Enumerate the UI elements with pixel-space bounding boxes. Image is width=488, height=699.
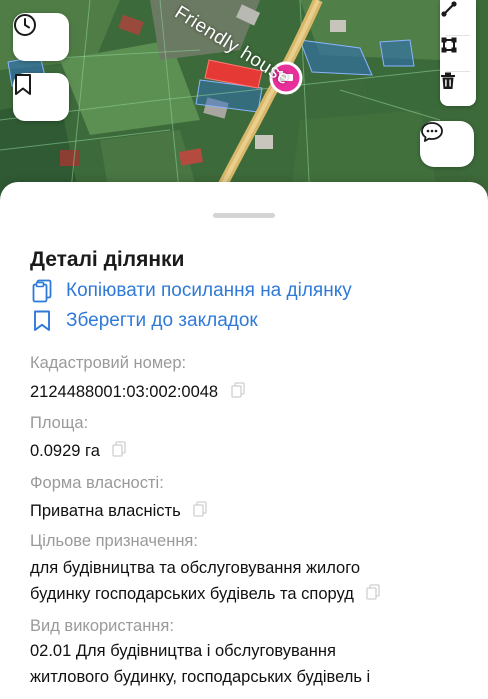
map-imagery [0,0,488,200]
measure-distance-button[interactable] [440,0,476,34]
copy-link-button[interactable]: Копіювати посилання на ділянку [30,279,352,303]
area-text: 0.0929 га [30,442,100,460]
chat-button[interactable] [420,121,474,167]
map-tools-panel [440,0,476,106]
purpose-label: Цільове призначення: [30,532,198,550]
bookmark-icon [30,309,54,333]
usage-label: Вид використання: [30,617,174,635]
bookmarks-button[interactable] [13,73,69,121]
area-value: 0.0929 га [30,438,127,465]
purpose-text-line-1: для будівництва та обслуговування жилого [30,559,361,577]
cadastral-number-text: 2124488001:03:002:0048 [30,383,219,401]
chat-bubble-icon [421,122,443,142]
copy-ownership-icon[interactable] [193,499,207,525]
satellite-map[interactable]: Friendly house [0,0,488,200]
ownership-value: Приватна власність [30,498,207,525]
clipboard-icon [30,279,54,303]
history-button[interactable] [13,13,69,61]
cadastral-number-value: 2124488001:03:002:0048 [30,379,245,406]
trash-icon [441,72,455,89]
bookmark-icon [15,74,31,95]
usage-value: 02.01 Для будівництва і обслуговування ж… [30,638,370,690]
ownership-text: Приватна власність [30,502,181,520]
delete-measure-button[interactable] [440,72,476,106]
cadastral-number-label: Кадастровий номер: [30,354,187,372]
copy-link-label: Копіювати посилання на ділянку [66,280,352,301]
page-title: Деталі ділянки [30,248,185,271]
save-bookmark-label: Зберегти до закладок [66,310,258,331]
copy-cadastral-number-icon[interactable] [231,380,245,406]
save-bookmark-button[interactable]: Зберегти до закладок [30,309,258,333]
polygon-square-icon [441,37,457,53]
usage-text-line-1: 02.01 Для будівництва і обслуговування [30,642,336,660]
purpose-text-line-2-row: будинку господарських будівель та споруд [30,581,381,608]
parcel-details-sheet: Деталі ділянки Копіювати посилання на ді… [0,182,488,699]
sheet-drag-handle[interactable] [213,213,275,218]
purpose-value: для будівництва та обслуговування жилого… [30,555,381,608]
measure-area-button[interactable] [440,36,476,70]
purpose-text-line-2: будинку господарських будівель та споруд [30,585,354,603]
copy-purpose-icon[interactable] [366,582,381,608]
usage-text-line-2: житлового будинку, господарських будівел… [30,668,371,686]
clock-icon [14,14,36,36]
area-label: Площа: [30,414,89,432]
copy-area-icon[interactable] [112,439,127,465]
ownership-label: Форма власності: [30,474,164,492]
ruler-line-icon [441,1,457,17]
